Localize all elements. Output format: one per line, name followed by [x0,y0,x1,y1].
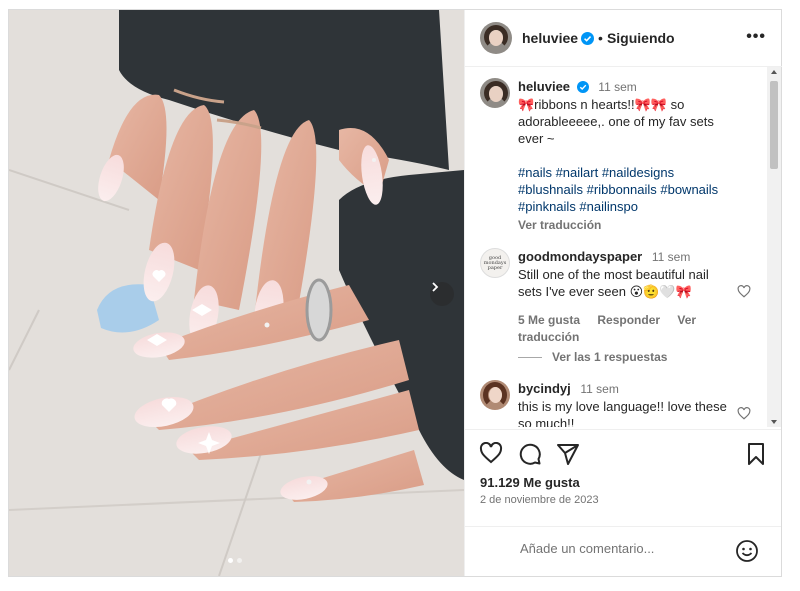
post-date: 2 de noviembre de 2023 [480,494,599,506]
comment-icon[interactable] [518,442,542,466]
carousel-indicator [228,558,242,563]
author-username[interactable]: heluviee [522,30,578,46]
post-side-panel: heluviee • Siguiendo ••• heluviee 11 sem [464,10,782,576]
replies-divider [518,356,542,358]
view-replies-label: Ver las 1 respuestas [552,350,668,364]
caption-translate-link[interactable]: Ver traducción [518,217,735,234]
comment-item: bycindyj 11 sem this is my love language… [480,380,735,427]
comment-text: this is my love language!! love these so… [518,399,727,427]
comment-time: 11 sem [651,250,691,264]
author-avatar[interactable] [480,22,512,54]
emoji-icon[interactable] [735,539,759,563]
comment-like-heart-icon[interactable] [737,407,751,420]
commenter-avatar[interactable]: good mondays paper [480,248,510,278]
comment-text: Still one of the most beautiful nail set… [518,267,709,299]
commenter-avatar[interactable] [480,380,510,410]
comment-time: 11 sem [580,382,619,396]
comment-input[interactable] [520,541,720,556]
caption: heluviee 11 sem 🎀ribbons n hearts!!🎀🎀 so… [480,78,735,234]
caption-text: 🎀ribbons n hearts!!🎀🎀 so adorableeeee,. … [518,97,714,146]
caption-time: 11 sem [598,80,637,94]
post-header: heluviee • Siguiendo ••• [465,10,782,67]
scroll-down-arrow[interactable] [771,420,777,424]
more-icon[interactable]: ••• [746,28,766,46]
comment-username[interactable]: bycindyj [518,381,571,396]
scroll-thumb[interactable] [770,81,778,169]
caption-username[interactable]: heluviee [518,79,570,94]
follow-separator: • [598,30,603,46]
comment-like-heart-icon[interactable] [737,285,751,298]
scroll-up-arrow[interactable] [771,70,777,74]
view-replies-link[interactable]: Ver las 1 respuestas [518,350,667,364]
instagram-post: heluviee • Siguiendo ••• heluviee 11 sem [8,9,782,577]
bookmark-icon[interactable] [746,442,766,466]
carousel-next-button[interactable] [430,282,454,306]
share-icon[interactable] [556,442,580,466]
comment-username[interactable]: goodmondayspaper [518,249,642,264]
verified-icon [576,81,589,93]
comments-list[interactable]: heluviee 11 sem 🎀ribbons n hearts!!🎀🎀 so… [465,67,781,427]
caption-hashtags[interactable]: #nails #nailart #naildesigns #blushnails… [518,164,735,215]
following-button[interactable]: Siguiendo [607,30,675,46]
verified-icon [581,31,595,45]
comment-meta: 5 Me gusta Responder Ver traducción [518,312,735,346]
likes-count[interactable]: 91.129 Me gusta [480,475,580,490]
caption-avatar[interactable] [480,78,510,108]
comment-item: good mondays paper goodmondayspaper 11 s… [480,248,735,346]
carousel-dot-active [228,558,233,563]
comment-reply-button[interactable]: Responder [597,313,660,327]
post-photo[interactable] [9,10,464,576]
comment-composer [465,526,781,576]
comments-scrollbar[interactable] [767,67,781,427]
chevron-right-icon [432,282,439,292]
heart-icon[interactable] [479,442,503,464]
nails-photo-illustration [9,10,464,576]
carousel-dot [237,558,242,563]
comment-likes[interactable]: 5 Me gusta [518,313,580,327]
